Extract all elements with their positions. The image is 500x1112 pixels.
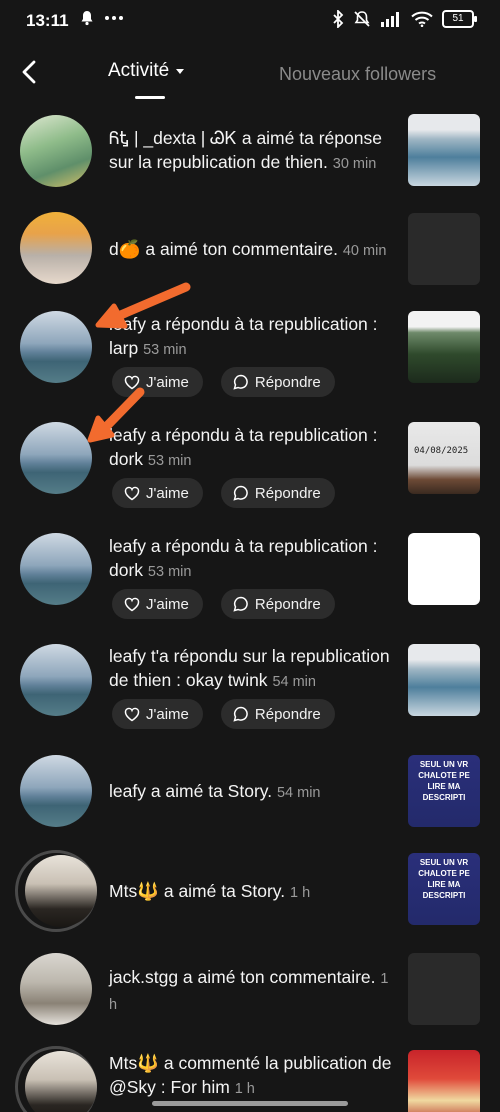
home-indicator[interactable] xyxy=(152,1101,348,1106)
annotation-arrow xyxy=(87,282,191,443)
activity-screen: 13:11 51 Activité Nouveaux followers ᏲᎿ … xyxy=(0,0,500,1112)
